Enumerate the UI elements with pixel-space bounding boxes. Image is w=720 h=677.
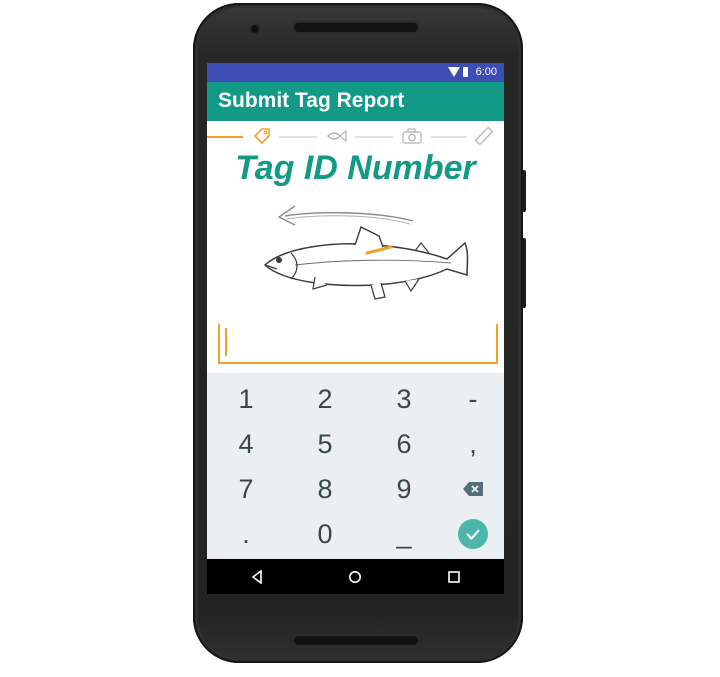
key-3[interactable]: 3 bbox=[367, 376, 441, 422]
page-heading: Tag ID Number bbox=[235, 149, 476, 187]
home-button[interactable] bbox=[345, 567, 365, 587]
confirm-button[interactable] bbox=[458, 519, 488, 549]
key-0[interactable]: 0 bbox=[288, 511, 362, 557]
key-decimal[interactable]: . bbox=[209, 511, 283, 557]
ruler-icon[interactable] bbox=[474, 126, 494, 146]
battery-icon bbox=[463, 67, 468, 77]
check-icon bbox=[466, 529, 480, 540]
key-comma[interactable]: , bbox=[436, 421, 504, 467]
recents-icon bbox=[448, 571, 460, 583]
step-connector bbox=[355, 136, 393, 138]
key-backspace[interactable] bbox=[436, 466, 504, 512]
key-4[interactable]: 4 bbox=[209, 421, 283, 467]
bottom-speaker bbox=[294, 636, 418, 645]
fish-icon[interactable] bbox=[326, 127, 348, 145]
tag-icon[interactable] bbox=[252, 126, 272, 146]
power-button bbox=[522, 170, 526, 212]
step-progress-active bbox=[207, 136, 243, 138]
key-9[interactable]: 9 bbox=[367, 466, 441, 512]
camera-icon[interactable] bbox=[401, 127, 423, 145]
key-1[interactable]: 1 bbox=[209, 376, 283, 422]
app-bar: Submit Tag Report bbox=[207, 82, 504, 121]
fish-tag-illustration bbox=[263, 205, 469, 300]
status-time: 6:00 bbox=[475, 66, 497, 78]
progress-steps bbox=[207, 121, 504, 151]
step-connector bbox=[279, 136, 317, 138]
volume-rocker bbox=[522, 238, 526, 308]
key-space[interactable]: _ bbox=[367, 511, 441, 557]
back-button[interactable] bbox=[247, 567, 267, 587]
front-camera bbox=[251, 25, 259, 33]
home-icon bbox=[349, 571, 361, 583]
backspace-icon bbox=[463, 482, 483, 496]
system-nav-bar bbox=[207, 559, 504, 594]
wifi-icon bbox=[448, 67, 460, 77]
app-title: Submit Tag Report bbox=[218, 89, 405, 112]
recents-button[interactable] bbox=[444, 567, 464, 587]
back-icon bbox=[251, 570, 262, 584]
screen: 6:00 Submit Tag Report Tag ID Number 1 2… bbox=[207, 63, 504, 594]
key-7[interactable]: 7 bbox=[209, 466, 283, 512]
key-2[interactable]: 2 bbox=[288, 376, 362, 422]
key-6[interactable]: 6 bbox=[367, 421, 441, 467]
key-8[interactable]: 8 bbox=[288, 466, 362, 512]
top-speaker bbox=[294, 23, 418, 32]
tag-id-input[interactable] bbox=[218, 324, 498, 364]
status-bar: 6:00 bbox=[207, 63, 504, 82]
step-connector bbox=[431, 136, 467, 138]
key-5[interactable]: 5 bbox=[288, 421, 362, 467]
confirm-key[interactable] bbox=[436, 511, 504, 557]
text-cursor bbox=[225, 328, 227, 356]
key-dash[interactable]: - bbox=[436, 376, 504, 422]
numeric-keypad: 1 2 3 - 4 5 6 , 7 8 9 . 0 _ bbox=[207, 373, 504, 559]
